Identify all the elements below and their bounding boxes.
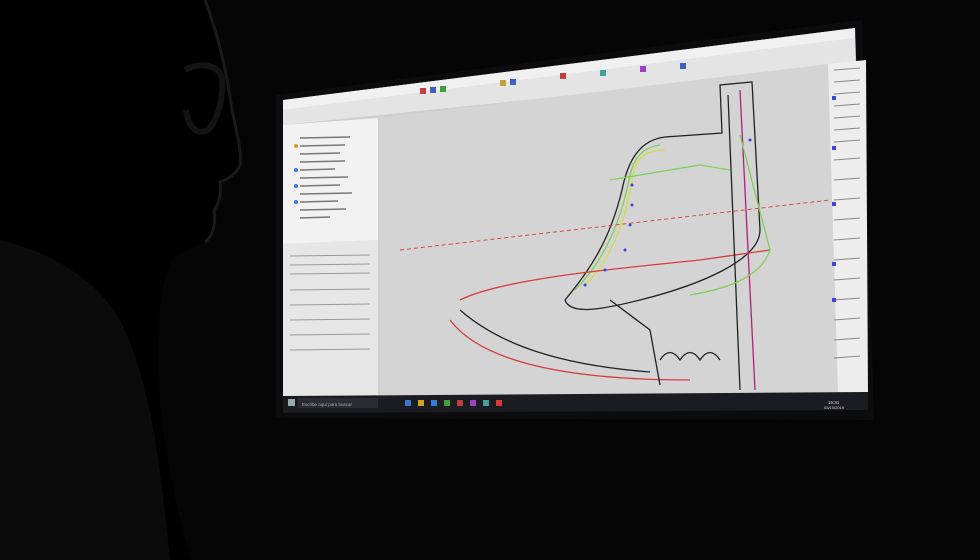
start-icon[interactable]: [288, 399, 295, 406]
taskbar-search-placeholder: Escribe aquí para buscar: [302, 402, 353, 407]
photo-scene: Escribe aquí para buscar 16:31 03/10/201…: [0, 0, 980, 560]
taskbar-clock-date: 03/10/2019: [824, 405, 845, 410]
